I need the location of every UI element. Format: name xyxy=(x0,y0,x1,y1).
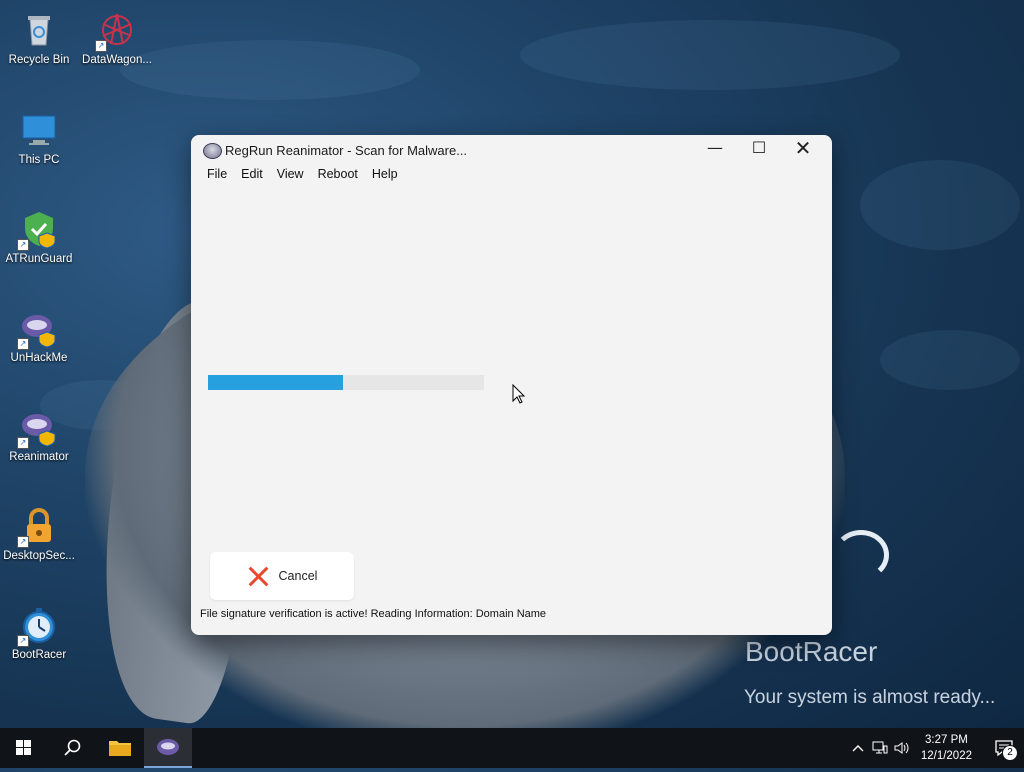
shield-check-icon: ↗ xyxy=(17,209,59,251)
notification-count-badge: 2 xyxy=(1002,745,1018,761)
menu-help[interactable]: Help xyxy=(368,165,402,187)
menu-view[interactable]: View xyxy=(273,165,308,187)
search-icon xyxy=(64,739,81,756)
desktop-icon-label: BootRacer xyxy=(11,649,67,661)
unhackme-icon: ↗ xyxy=(17,308,59,350)
desktop-icon-datawagon[interactable]: ↗ DataWagon... xyxy=(79,10,155,66)
taskbar-file-explorer[interactable] xyxy=(96,728,144,768)
cancel-button[interactable]: Cancel xyxy=(210,552,354,600)
title-bar[interactable]: RegRun Reanimator - Scan for Malware... … xyxy=(191,135,832,165)
search-button[interactable] xyxy=(48,728,96,768)
network-icon[interactable] xyxy=(869,728,891,768)
cancel-label: Cancel xyxy=(278,569,318,583)
window-title: RegRun Reanimator - Scan for Malware... xyxy=(225,143,468,158)
volume-icon[interactable] xyxy=(891,728,913,768)
desktop-icon-reanimator[interactable]: ↗ Reanimator xyxy=(1,407,77,463)
reanimator-icon: ↗ xyxy=(17,407,59,449)
cancel-x-icon xyxy=(247,565,269,587)
clock-time: 3:27 PM xyxy=(925,734,968,746)
clock[interactable]: 3:27 PM 12/1/2022 xyxy=(921,732,972,764)
chevron-up-icon[interactable] xyxy=(847,728,869,768)
stopwatch-icon: ↗ xyxy=(17,605,59,647)
desktop-icon-bootracer[interactable]: ↗ BootRacer xyxy=(1,605,77,661)
start-button[interactable] xyxy=(0,728,48,768)
desktop-icon-unhackme[interactable]: ↗ UnHackMe xyxy=(1,308,77,364)
desktop-icon-label: Reanimator xyxy=(9,451,69,463)
scan-progress-bar xyxy=(208,375,484,390)
padlock-icon: ↗ xyxy=(17,506,59,548)
bootracer-title: BootRacer xyxy=(745,636,878,667)
computer-icon xyxy=(19,110,59,150)
status-text: File signature verification is active! R… xyxy=(200,608,547,620)
datawagon-icon: ↗ xyxy=(95,10,137,52)
bootracer-subtitle: Your system is almost ready... xyxy=(744,687,996,708)
desktop-icon-label: Recycle Bin xyxy=(8,54,70,66)
desktop-icon-label: DataWagon... xyxy=(82,54,152,66)
menu-file[interactable]: File xyxy=(203,165,231,187)
mouse-cursor-icon xyxy=(512,383,526,404)
menu-bar: File Edit View Reboot Help xyxy=(191,165,832,187)
desktop-icon-label: ATRunGuard xyxy=(5,253,73,265)
clock-date: 12/1/2022 xyxy=(920,750,972,762)
desktop-icon-desktopsec[interactable]: ↗ DesktopSec... xyxy=(1,506,77,562)
menu-edit[interactable]: Edit xyxy=(237,165,267,187)
taskbar: 3:27 PM 12/1/2022 2 xyxy=(0,728,1024,768)
scan-progress-fill xyxy=(208,375,344,390)
desktop-icon-label: This PC xyxy=(18,154,60,166)
close-button[interactable]: ✕ xyxy=(781,135,825,165)
desktop-icon-atrunguard[interactable]: ↗ ATRunGuard xyxy=(1,209,77,265)
recycle-bin-icon xyxy=(19,10,59,50)
app-icon xyxy=(203,143,222,159)
notification-center-button[interactable]: 2 xyxy=(984,728,1024,768)
maximize-button[interactable]: ☐ xyxy=(737,135,781,165)
desktop-icon-this-pc[interactable]: This PC xyxy=(1,110,77,166)
menu-reboot[interactable]: Reboot xyxy=(314,165,362,187)
desktop-icon-label: UnHackMe xyxy=(10,352,68,364)
folder-icon xyxy=(109,741,131,756)
taskbar-reanimator[interactable] xyxy=(144,728,192,768)
desktop-icon-label: DesktopSec... xyxy=(3,550,75,562)
desktop-icon-recycle-bin[interactable]: Recycle Bin xyxy=(1,10,77,66)
minimize-button[interactable]: — xyxy=(693,135,737,165)
windows-logo-icon xyxy=(16,740,31,755)
system-tray: 3:27 PM 12/1/2022 2 xyxy=(847,728,1024,768)
reanimator-taskbar-icon xyxy=(157,739,179,755)
